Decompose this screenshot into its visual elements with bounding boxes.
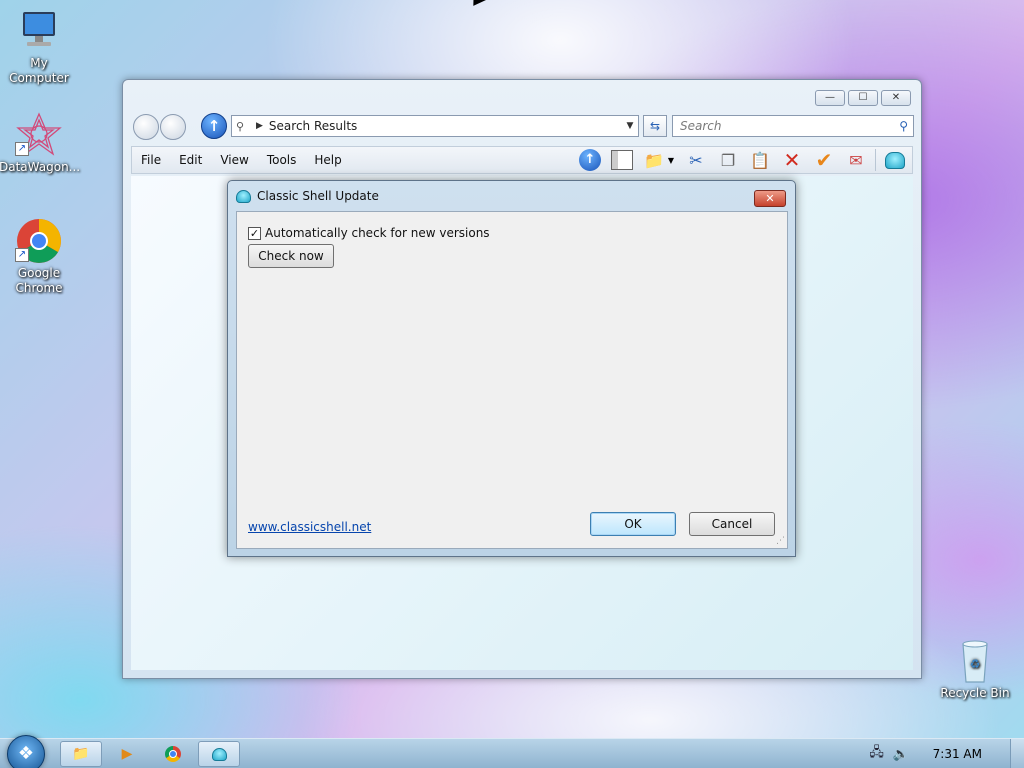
email-icon: ✉ bbox=[849, 150, 863, 170]
media-player-icon: ▶ bbox=[121, 746, 133, 762]
window-caption-buttons: — ☐ ✕ bbox=[815, 90, 911, 106]
volume-icon[interactable]: 🔈 bbox=[891, 747, 911, 762]
classicshell-link[interactable]: www.classicshell.net bbox=[248, 520, 371, 534]
dialog-titlebar: Classic Shell Update bbox=[236, 189, 379, 203]
explorer-icon: 📁 bbox=[72, 746, 90, 762]
toolbar: ↑ 📁 ▼ ✂ ❐ 📋 ✕ ✔ ✉ bbox=[577, 148, 908, 172]
toolbar-paste-button[interactable]: 📋 bbox=[747, 148, 773, 172]
folder-settings-icon: 📁 bbox=[643, 150, 664, 170]
minimize-button[interactable]: — bbox=[815, 90, 845, 106]
toolbar-cut-button[interactable]: ✂ bbox=[683, 148, 709, 172]
navigation-bar: ↑ ⚲ ▶ Search Results ▼ ⇆ Search ⚲ bbox=[131, 112, 914, 140]
check-now-button[interactable]: Check now bbox=[248, 244, 334, 268]
menu-view[interactable]: View bbox=[211, 153, 257, 167]
desktop-icon-recycle-bin[interactable]: ♻ Recycle Bin bbox=[935, 638, 1015, 701]
desktop-icon-my-computer[interactable]: My Computer bbox=[0, 8, 79, 86]
toolbar-classic-shell-button[interactable] bbox=[882, 148, 908, 172]
desktop-icon-label: Google Chrome bbox=[15, 266, 63, 295]
dialog-close-button[interactable]: ✕ bbox=[754, 190, 786, 207]
dialog-title: Classic Shell Update bbox=[257, 189, 379, 203]
cancel-button[interactable]: Cancel bbox=[689, 512, 775, 536]
scissors-icon: ✂ bbox=[689, 150, 703, 170]
back-button[interactable] bbox=[133, 114, 159, 140]
taskbar-classic-shell-button[interactable] bbox=[198, 741, 240, 767]
classic-shell-icon bbox=[211, 747, 227, 761]
chevron-down-icon: ▼ bbox=[667, 155, 675, 165]
menu-edit[interactable]: Edit bbox=[170, 153, 211, 167]
windows-logo-icon: ❖ bbox=[17, 743, 35, 764]
taskbar-chrome-button[interactable] bbox=[152, 741, 194, 767]
resize-grip-icon[interactable]: ⋰ bbox=[776, 536, 785, 546]
search-placeholder: Search bbox=[680, 119, 722, 133]
search-input[interactable]: Search ⚲ bbox=[672, 115, 914, 137]
toolbar-separator bbox=[875, 149, 876, 171]
menu-file[interactable]: File bbox=[132, 153, 170, 167]
folders-pane-icon bbox=[611, 150, 633, 170]
mouse-cursor bbox=[467, 0, 486, 6]
paste-icon: 📋 bbox=[750, 150, 770, 170]
up-arrow-icon: ↑ bbox=[207, 117, 221, 135]
recycle-bin-icon: ♻ bbox=[951, 638, 999, 684]
search-icon: ⚲ bbox=[899, 119, 908, 133]
desktop-icon-chrome[interactable]: ↗ Google Chrome bbox=[0, 218, 79, 296]
checkmark-icon: ✔ bbox=[815, 148, 833, 172]
refresh-button[interactable]: ⇆ bbox=[643, 115, 667, 137]
ok-button[interactable]: OK bbox=[590, 512, 676, 536]
delete-icon: ✕ bbox=[783, 148, 801, 172]
toolbar-properties-button[interactable]: ✔ bbox=[811, 148, 837, 172]
toolbar-folders-button[interactable] bbox=[609, 148, 635, 172]
maximize-button[interactable]: ☐ bbox=[848, 90, 878, 106]
close-icon: ✕ bbox=[765, 192, 775, 205]
close-window-button[interactable]: ✕ bbox=[881, 90, 911, 106]
dialog-body: ✓ Automatically check for new versions C… bbox=[236, 211, 788, 549]
up-folder-button[interactable]: ↑ bbox=[201, 113, 227, 139]
auto-check-label: Automatically check for new versions bbox=[265, 226, 490, 240]
classic-shell-update-dialog: Classic Shell Update ✕ ✓ Automatically c… bbox=[227, 180, 796, 557]
toolbar-copy-button[interactable]: ❐ bbox=[715, 148, 741, 172]
clock[interactable]: 7:31 AM bbox=[933, 747, 982, 761]
toolbar-settings-button[interactable]: 📁 ▼ bbox=[641, 148, 677, 172]
menu-items: File Edit View Tools Help bbox=[132, 153, 351, 167]
taskbar: ❖ 📁 ▶ 🖧 🔈 7:31 AM bbox=[0, 735, 1024, 768]
start-button[interactable]: ❖ bbox=[7, 735, 45, 768]
network-icon[interactable]: 🖧 bbox=[867, 743, 887, 765]
auto-check-row[interactable]: ✓ Automatically check for new versions bbox=[248, 226, 490, 240]
address-bar[interactable]: ⚲ ▶ Search Results ▼ bbox=[231, 115, 639, 137]
datawagon-icon: ↗ bbox=[15, 112, 63, 158]
shortcut-arrow-icon: ↗ bbox=[15, 248, 29, 262]
desktop-icon-label: My Computer bbox=[9, 56, 69, 85]
svg-text:♻: ♻ bbox=[970, 657, 981, 671]
show-desktop-button[interactable] bbox=[1010, 739, 1024, 768]
menu-help[interactable]: Help bbox=[305, 153, 350, 167]
menu-tools[interactable]: Tools bbox=[258, 153, 306, 167]
computer-icon bbox=[15, 8, 63, 54]
auto-check-checkbox[interactable]: ✓ bbox=[248, 226, 261, 240]
forward-button[interactable] bbox=[160, 114, 186, 140]
refresh-icon: ⇆ bbox=[649, 119, 661, 133]
address-text: Search Results bbox=[268, 119, 358, 133]
toolbar-up-button[interactable]: ↑ bbox=[577, 148, 603, 172]
desktop-icon-datawagon[interactable]: ↗ DataWagon... bbox=[0, 112, 81, 175]
classic-shell-icon bbox=[236, 189, 251, 203]
desktop-icon-label: DataWagon... bbox=[0, 160, 81, 174]
chrome-icon: ↗ bbox=[15, 218, 63, 264]
copy-icon: ❐ bbox=[720, 150, 736, 170]
desktop-icon-label: Recycle Bin bbox=[940, 686, 1010, 700]
chrome-icon bbox=[165, 746, 181, 762]
chevron-down-icon[interactable]: ▼ bbox=[622, 121, 638, 131]
search-folder-icon: ⚲ bbox=[236, 119, 245, 133]
up-arrow-icon: ↑ bbox=[579, 149, 601, 171]
taskbar-explorer-button[interactable]: 📁 bbox=[60, 741, 102, 767]
shortcut-arrow-icon: ↗ bbox=[15, 142, 29, 156]
classic-shell-icon bbox=[885, 151, 905, 169]
breadcrumb-arrow-icon: ▶ bbox=[256, 121, 263, 131]
toolbar-email-button[interactable]: ✉ bbox=[843, 148, 869, 172]
system-tray: 🖧 🔈 7:31 AM bbox=[867, 739, 1024, 768]
taskbar-media-player-button[interactable]: ▶ bbox=[106, 741, 148, 767]
menu-bar: File Edit View Tools Help ↑ 📁 ▼ ✂ ❐ 📋 ✕ … bbox=[131, 146, 913, 174]
toolbar-delete-button[interactable]: ✕ bbox=[779, 148, 805, 172]
